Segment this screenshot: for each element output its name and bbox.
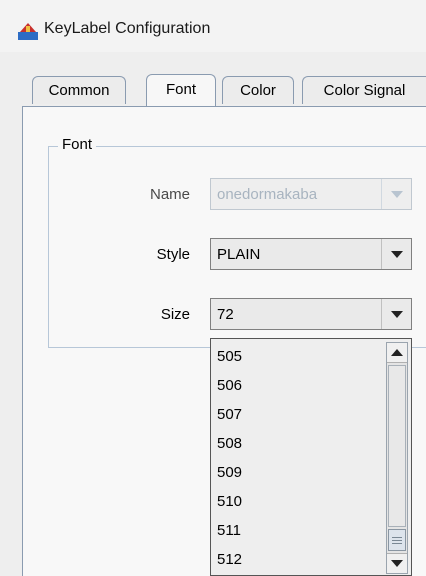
list-item[interactable]: 511 [217, 516, 241, 545]
list-item[interactable]: 506 [217, 371, 242, 400]
font-style-select[interactable]: PLAIN [210, 238, 412, 270]
name-label: Name [149, 186, 190, 203]
list-item[interactable]: 510 [217, 487, 242, 516]
size-dropdown-list[interactable]: 505 506 507 508 509 510 511 512 [210, 338, 412, 576]
list-item[interactable]: 507 [217, 400, 242, 429]
tab-bar: Common Font Color Color Signal [32, 74, 426, 106]
app-icon [18, 23, 38, 40]
font-name-select[interactable]: onedormakaba [210, 178, 412, 210]
scroll-thumb[interactable] [388, 529, 406, 551]
chevron-down-icon[interactable] [381, 299, 411, 329]
style-label: Style [156, 246, 190, 263]
font-name-value: onedormakaba [217, 186, 318, 203]
chevron-down-icon[interactable] [381, 239, 411, 269]
size-label: Size [160, 306, 190, 323]
list-item[interactable]: 512 [217, 545, 242, 574]
title-bar: KeyLabel Configuration [0, 0, 426, 52]
tab-color[interactable]: Color [222, 76, 294, 104]
scroll-track[interactable] [388, 365, 406, 527]
tab-font[interactable]: Font [146, 74, 216, 106]
scroll-down-button[interactable] [387, 553, 407, 573]
font-size-value: 72 [217, 306, 234, 323]
list-item[interactable]: 505 [217, 342, 242, 371]
list-item[interactable]: 508 [217, 429, 242, 458]
font-size-select[interactable]: 72 [210, 298, 412, 330]
chevron-down-icon [391, 560, 403, 567]
dropdown-scrollbar[interactable] [386, 342, 408, 574]
scroll-up-button[interactable] [387, 343, 407, 363]
tab-common[interactable]: Common [32, 76, 126, 104]
window-title: KeyLabel Configuration [44, 20, 211, 37]
tab-color-signal[interactable]: Color Signal [302, 76, 426, 104]
font-style-value: PLAIN [217, 246, 261, 263]
chevron-down-icon [381, 179, 411, 209]
list-item[interactable]: 509 [217, 458, 242, 487]
chevron-up-icon [391, 349, 403, 356]
font-group-legend: Font [58, 136, 97, 153]
